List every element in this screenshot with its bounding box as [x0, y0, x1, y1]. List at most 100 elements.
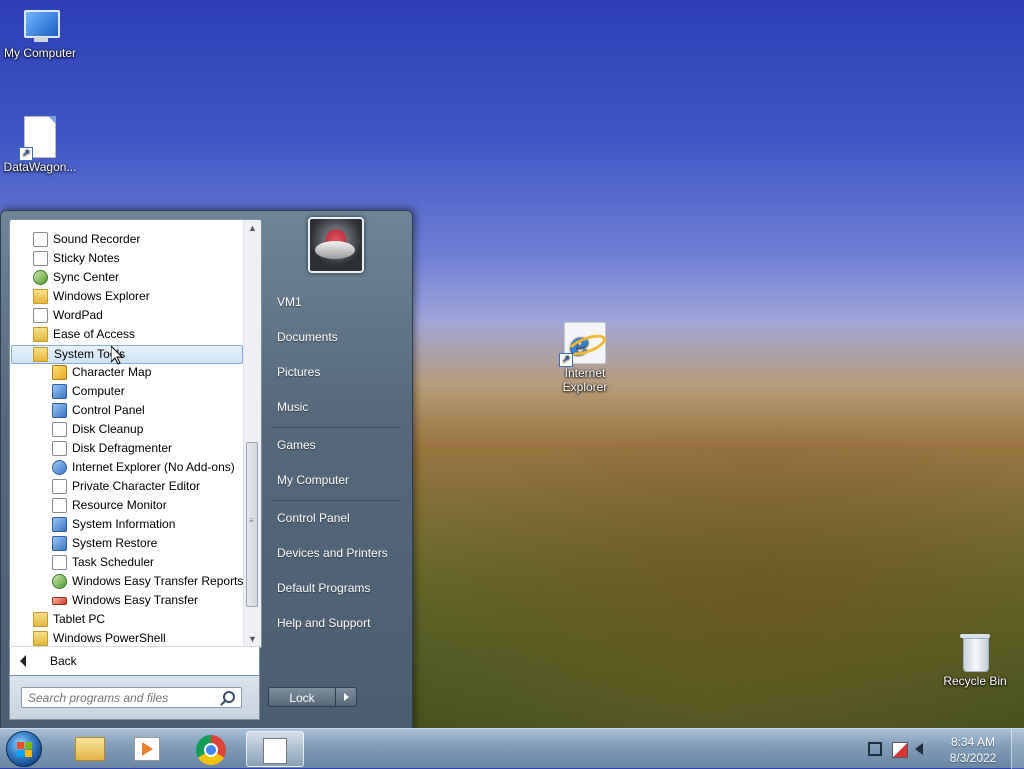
show-desktop-button[interactable] [1011, 729, 1024, 769]
program-windows-explorer[interactable]: Windows Explorer [10, 287, 243, 306]
program-disk-cleanup[interactable]: Disk Cleanup [10, 420, 243, 439]
start-item-documents[interactable]: Documents [277, 330, 338, 344]
desktop-icon-label: My Computer [3, 46, 77, 60]
shutdown-options-arrow-icon[interactable] [335, 687, 357, 707]
start-item-default-programs[interactable]: Default Programs [277, 581, 370, 595]
program-sync-center[interactable]: Sync Center [10, 268, 243, 287]
desktop-icon-label: DataWagon... [3, 160, 77, 174]
application-icon [263, 738, 287, 764]
program-computer[interactable]: Computer [10, 382, 243, 401]
program-wordpad[interactable]: WordPad [10, 306, 243, 325]
clock-date: 8/3/2022 [949, 751, 997, 765]
start-item-control-panel[interactable]: Control Panel [277, 511, 350, 525]
program-sound-recorder[interactable]: Sound Recorder [10, 230, 243, 249]
folder-icon [75, 737, 105, 761]
folder-icon [33, 347, 48, 362]
user-picture[interactable] [308, 217, 364, 273]
start-item-user[interactable]: VM1 [277, 295, 302, 309]
recycle-bin-icon [960, 632, 990, 672]
program-easy-transfer[interactable]: Windows Easy Transfer [10, 591, 243, 610]
search-field[interactable] [21, 687, 242, 708]
resource-monitor-icon [52, 498, 67, 513]
internet-explorer-icon [52, 460, 67, 475]
program-sticky-notes[interactable]: Sticky Notes [10, 249, 243, 268]
app-taskbar-button[interactable] [246, 731, 304, 767]
divider [271, 427, 401, 429]
taskbar: 8:34 AM 8/3/2022 [0, 728, 1024, 769]
start-item-music[interactable]: Music [277, 400, 308, 414]
media-player-icon [134, 737, 160, 761]
start-item-devices-and-printers[interactable]: Devices and Printers [277, 546, 388, 560]
desktop-icon-internet-explorer[interactable]: e ↗ Internet Explorer [545, 322, 625, 394]
back-arrow-icon [20, 655, 26, 667]
action-center-flag-icon[interactable] [892, 742, 908, 758]
easy-transfer-reports-icon [52, 574, 67, 589]
program-private-character-editor[interactable]: Private Character Editor [10, 477, 243, 496]
folder-icon [33, 289, 48, 304]
windows-logo-icon [17, 750, 24, 757]
program-task-scheduler[interactable]: Task Scheduler [10, 553, 243, 572]
document-shortcut-icon: ↗ [19, 116, 56, 161]
defragmenter-icon [52, 441, 67, 456]
wordpad-icon [33, 308, 48, 323]
system-information-icon [52, 517, 67, 532]
back-label: Back [50, 654, 77, 668]
start-menu: Sound Recorder Sticky Notes Sync Center … [0, 210, 413, 730]
character-editor-icon [52, 479, 67, 494]
start-item-help-and-support[interactable]: Help and Support [277, 616, 370, 630]
search-icon [223, 691, 235, 703]
internet-explorer-icon: e ↗ [559, 322, 609, 367]
folder-system-tools[interactable]: System Tools [11, 345, 243, 364]
folder-ease-of-access[interactable]: Ease of Access [10, 325, 243, 344]
chrome-icon [196, 735, 226, 765]
divider [271, 500, 401, 502]
desktop-icon-my-computer[interactable]: My Computer [0, 10, 80, 60]
back-button[interactable]: Back [9, 646, 260, 676]
system-restore-icon [52, 536, 67, 551]
all-programs-list: Sound Recorder Sticky Notes Sync Center … [9, 219, 262, 649]
program-control-panel[interactable]: Control Panel [10, 401, 243, 420]
program-system-information[interactable]: System Information [10, 515, 243, 534]
task-scheduler-icon [52, 555, 67, 570]
clock-time: 8:34 AM [950, 735, 996, 749]
computer-icon [52, 384, 67, 399]
programs-scrollbar[interactable]: ▲ ≡ ▼ [243, 220, 261, 648]
easy-transfer-icon [52, 597, 67, 605]
media-player-taskbar-button[interactable] [122, 731, 176, 767]
program-character-map[interactable]: Character Map [10, 363, 243, 382]
windows-logo-icon [25, 742, 32, 749]
network-icon[interactable] [868, 742, 882, 756]
clock[interactable]: 8:34 AM 8/3/2022 [940, 734, 1006, 766]
character-map-icon [52, 365, 67, 380]
disk-cleanup-icon [52, 422, 67, 437]
chrome-taskbar-button[interactable] [184, 731, 238, 767]
desktop-icon-recycle-bin[interactable]: Recycle Bin [935, 632, 1015, 688]
mouse-cursor-icon [111, 346, 123, 365]
folder-icon [33, 631, 48, 646]
program-internet-explorer-no-addons[interactable]: Internet Explorer (No Add-ons) [10, 458, 243, 477]
desktop-icon-label: Internet Explorer [562, 366, 608, 394]
start-item-games[interactable]: Games [277, 438, 316, 452]
volume-icon[interactable] [915, 743, 923, 755]
desktop-icon-label: Recycle Bin [943, 674, 1007, 688]
control-panel-icon [52, 403, 67, 418]
computer-icon [20, 10, 60, 44]
program-system-restore[interactable]: System Restore [10, 534, 243, 553]
windows-explorer-taskbar-button[interactable] [60, 731, 114, 767]
desktop-icon-datawagon[interactable]: ↗ DataWagon... [0, 116, 80, 174]
program-easy-transfer-reports[interactable]: Windows Easy Transfer Reports [10, 572, 243, 591]
program-disk-defragmenter[interactable]: Disk Defragmenter [10, 439, 243, 458]
folder-tablet-pc[interactable]: Tablet PC [10, 610, 243, 629]
folder-icon [33, 612, 48, 627]
windows-logo-icon [25, 750, 32, 757]
start-button[interactable] [6, 731, 42, 767]
scrollbar-thumb[interactable]: ≡ [246, 442, 258, 607]
start-item-pictures[interactable]: Pictures [277, 365, 320, 379]
sticky-notes-icon [33, 251, 48, 266]
program-resource-monitor[interactable]: Resource Monitor [10, 496, 243, 515]
microphone-icon [33, 232, 48, 247]
start-item-my-computer[interactable]: My Computer [277, 473, 349, 487]
scroll-up-arrow-icon[interactable]: ▲ [244, 220, 261, 237]
search-input[interactable] [28, 690, 218, 705]
lock-button[interactable]: Lock [268, 687, 336, 707]
